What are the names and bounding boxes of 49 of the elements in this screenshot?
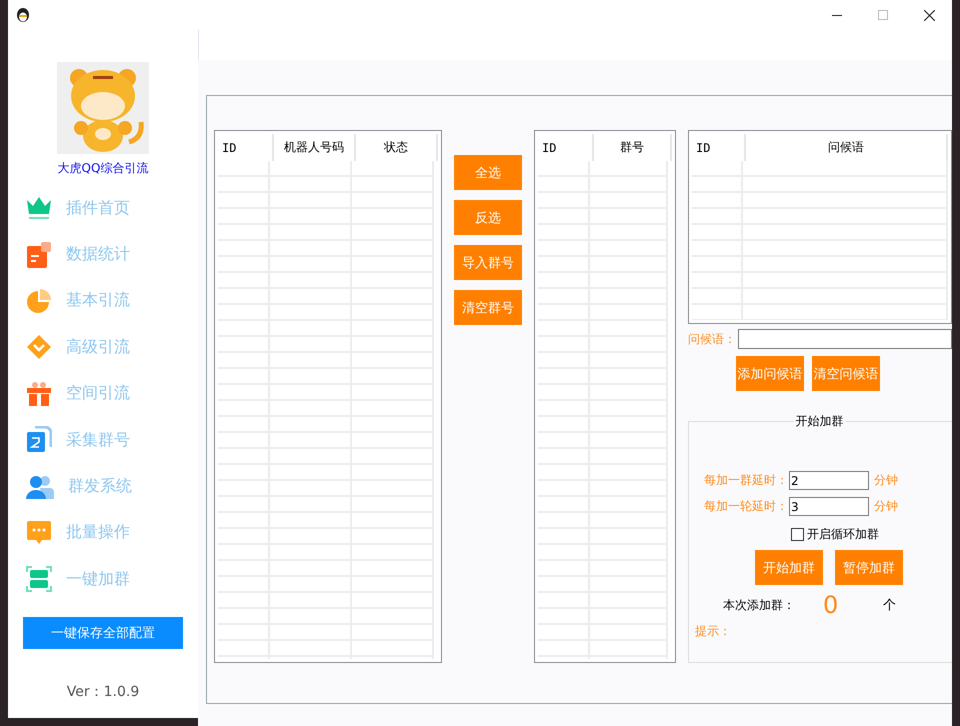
nav-item[interactable]: 高级引流 xyxy=(26,324,198,371)
action-button[interactable]: 全选 xyxy=(454,155,522,190)
action-button[interactable]: 导入群号 xyxy=(454,245,522,280)
diamond-icon xyxy=(26,334,52,360)
delay-input[interactable]: 2 xyxy=(789,471,869,490)
numbered-badge-icon xyxy=(26,426,52,454)
chat-bubble-icon xyxy=(26,520,52,546)
maximize-icon xyxy=(878,10,888,20)
loop-checkbox[interactable]: 开启循环加群 xyxy=(791,526,944,543)
nav-item[interactable]: 一键加群 xyxy=(26,556,198,603)
pie-chart-icon xyxy=(26,288,52,314)
hint-label: 提示： xyxy=(695,623,732,640)
nav-item[interactable]: 基本引流 xyxy=(26,278,198,324)
document-icon xyxy=(26,240,52,269)
crown-icon xyxy=(26,196,52,220)
greeting-button[interactable]: 添加问候语 xyxy=(736,356,804,391)
scan-icon xyxy=(26,566,52,592)
control-button[interactable]: 开始加群 xyxy=(755,550,823,585)
unit-label: 分钟 xyxy=(874,498,898,515)
field-label: 每加一轮延时： xyxy=(704,498,788,515)
nav-item[interactable]: 群发系统 xyxy=(26,463,198,510)
version-label: Ver：1.0.9 xyxy=(66,682,140,701)
close-icon xyxy=(924,10,934,20)
penguin-icon xyxy=(16,7,30,23)
nav-item[interactable]: 插件首页 xyxy=(26,185,198,232)
greeting-button[interactable]: 清空问候语 xyxy=(812,356,880,391)
nav-item[interactable]: 空间引流 xyxy=(26,370,198,417)
delay-input[interactable]: 3 xyxy=(789,497,869,516)
action-button[interactable]: 反选 xyxy=(454,200,522,235)
save-all-button[interactable]: 一键保存全部配置 xyxy=(23,616,183,649)
nav-item[interactable]: 批量操作 xyxy=(26,510,198,556)
greeting-table[interactable]: ID 问候语 xyxy=(688,130,952,324)
gift-icon xyxy=(26,380,52,407)
count-label: 本次添加群： xyxy=(723,596,796,614)
control-button[interactable]: 暂停加群 xyxy=(835,550,903,585)
users-icon xyxy=(26,474,54,500)
field-label: 每加一群延时： xyxy=(704,472,788,489)
count-value: 0 xyxy=(823,591,840,619)
greeting-input[interactable] xyxy=(738,329,952,349)
field-label: 问候语： xyxy=(688,330,736,348)
unit-label: 分钟 xyxy=(874,472,898,489)
nav-item[interactable]: 采集群号 xyxy=(26,416,198,464)
group-table[interactable]: ID 群号 xyxy=(534,130,676,663)
action-button[interactable]: 清空群号 xyxy=(454,290,522,325)
robot-table[interactable]: ID 机器人号码 状态 xyxy=(214,130,442,663)
app-name: 大虎QQ综合引流 xyxy=(58,160,148,177)
count-unit: 个 xyxy=(883,597,896,614)
group-title: 开始加群 xyxy=(794,413,844,430)
nav-item[interactable]: 数据统计 xyxy=(26,231,198,278)
